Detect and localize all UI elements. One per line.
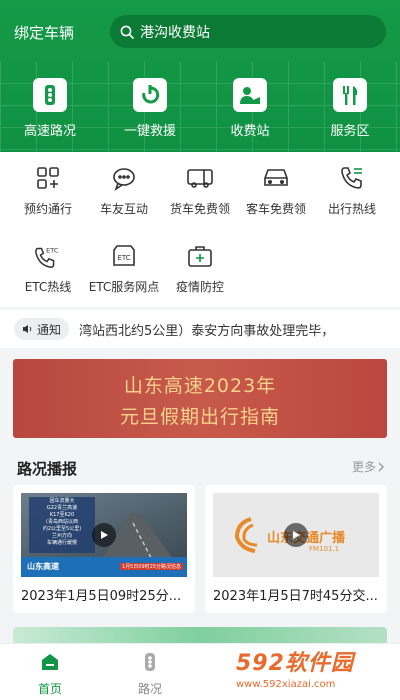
tab-home[interactable]: 首页 (20, 652, 80, 697)
car-icon (262, 164, 290, 192)
service-label: 客车免费领 (245, 202, 306, 216)
service-epidemic[interactable]: 疫情防控 (160, 242, 240, 295)
service-bus-free[interactable]: 客车免费领 (236, 164, 316, 217)
watermark-url: www.592xiazai.com (236, 679, 336, 690)
service-area-icon (333, 78, 367, 112)
radio-logo-icon (234, 517, 258, 553)
traffic-light-icon (33, 78, 67, 112)
notice-bar[interactable]: 通知 湾站西北约5公里）泰安方向事故处理完毕， (0, 310, 400, 348)
chat-bubble-icon (110, 164, 138, 192)
road-section-title: 路况播报 (17, 460, 78, 478)
play-icon[interactable] (92, 523, 116, 547)
notice-tag-label: 通知 (37, 322, 62, 337)
road-card-caption: 2023年1月5日09时25分... (21, 589, 182, 604)
thumb-line: 约2公里至5公里) (42, 526, 82, 532)
service-etc-hotline[interactable]: ETC ETC热线 (8, 242, 88, 295)
medical-kit-icon (186, 242, 214, 270)
service-label: 疫情防控 (175, 280, 224, 294)
home-icon (42, 654, 58, 670)
quick-service-area[interactable]: 服务区 (300, 78, 400, 139)
more-link[interactable]: 更多 (352, 458, 386, 475)
service-label: 车友互动 (99, 202, 148, 216)
road-card[interactable]: 因车流量大 G22青兰高速 K17至K20 (青岛西站以西 约2公里至5公里) … (13, 485, 195, 613)
service-label: ETC热线 (24, 280, 72, 294)
video-thumbnail: 因车流量大 G22青兰高速 K17至K20 (青岛西站以西 约2公里至5公里) … (21, 493, 187, 577)
quick-traffic[interactable]: 高速路况 (0, 78, 100, 139)
toll-station-icon (233, 78, 267, 112)
road-card-caption: 2023年1月5日7时45分交... (213, 589, 378, 604)
reservation-grid-icon (34, 164, 62, 192)
chevron-right-icon (378, 462, 384, 471)
banner-line-1: 山东高速2023年 (123, 375, 277, 397)
search-input[interactable]: 港沟收费站 (110, 15, 386, 48)
thumb-brand: 山东高速 (27, 562, 59, 571)
holiday-banner[interactable]: 山东高速2023年 元旦假期出行指南 (13, 359, 387, 438)
thumb-line: 兰州方向 (51, 533, 72, 539)
quick-rescue[interactable]: 一键救援 (100, 78, 200, 139)
thumb-line: G22青兰高速 (46, 505, 78, 511)
bind-car-button[interactable]: 绑定车辆 (14, 22, 74, 43)
phone-icon (338, 164, 366, 192)
header: 绑定车辆 港沟收费站 高速路况 一键救援 收费站 服务区 (0, 0, 400, 152)
thumb-line: 因车流量大 (49, 498, 75, 504)
etc-outlet-icon: ETC (110, 242, 138, 270)
rescue-icon (133, 78, 167, 112)
service-label: 货车免费领 (169, 202, 230, 216)
service-etc-outlet[interactable]: ETC ETC服务网点 (84, 242, 164, 295)
watermark: 592软件园 www.592xiazai.com (236, 645, 396, 697)
speaker-icon (23, 325, 32, 333)
service-hotline[interactable]: 出行热线 (312, 164, 392, 217)
thumb-line: 车辆通行缓慢 (46, 540, 77, 546)
more-label: 更多 (351, 460, 376, 474)
tab-label: 首页 (37, 682, 62, 696)
next-banner-peek (13, 627, 387, 643)
quick-label: 服务区 (330, 124, 370, 139)
road-card[interactable]: 山东交通广播 FM101.1 2023年1月5日7时45分交... (205, 485, 387, 613)
service-car-friends[interactable]: 车友互动 (84, 164, 164, 217)
quick-label: 高速路况 (23, 124, 76, 139)
notice-tag: 通知 (14, 318, 70, 340)
quick-label: 一键救援 (123, 124, 176, 139)
traffic-light-icon (145, 653, 155, 671)
thumb-notice-box: 因车流量大 G22青兰高速 K17至K20 (青岛西站以西 约2公里至5公里) … (29, 497, 95, 553)
banner-line-2: 元旦假期出行指南 (119, 406, 280, 428)
thumb-footer: 1月5日09时25分路况信息 (119, 563, 183, 570)
play-icon[interactable] (284, 523, 308, 547)
thumb-sub: FM101.1 (309, 545, 340, 553)
watermark-brand: 592软件园 (236, 651, 354, 676)
svg-text:ETC: ETC (46, 246, 59, 254)
service-reservation[interactable]: 预约通行 (8, 164, 88, 217)
service-label: 出行热线 (327, 202, 376, 216)
quick-label: 收费站 (230, 124, 270, 139)
service-truck-free[interactable]: 货车免费领 (160, 164, 240, 217)
svg-text:ETC: ETC (118, 254, 131, 262)
etc-phone-icon: ETC (34, 242, 62, 270)
search-placeholder: 港沟收费站 (140, 24, 210, 41)
service-label: 预约通行 (23, 202, 72, 216)
thumb-line: K17至K20 (49, 512, 75, 518)
quick-toll-station[interactable]: 收费站 (200, 78, 300, 139)
truck-icon (186, 164, 214, 192)
tab-label: 路况 (137, 682, 162, 696)
services-grid: 预约通行 车友互动 货车免费领 客车免费领 出行热线 ETC ETC热线 ETC… (0, 152, 400, 307)
thumb-line: (青岛西站以西 (46, 519, 78, 525)
notice-text: 湾站西北约5公里）泰安方向事故处理完毕， (79, 323, 335, 339)
tab-road[interactable]: 路况 (120, 652, 180, 697)
search-icon (120, 25, 134, 39)
video-thumbnail: 山东交通广播 FM101.1 (213, 493, 379, 577)
service-label: ETC服务网点 (88, 280, 160, 294)
